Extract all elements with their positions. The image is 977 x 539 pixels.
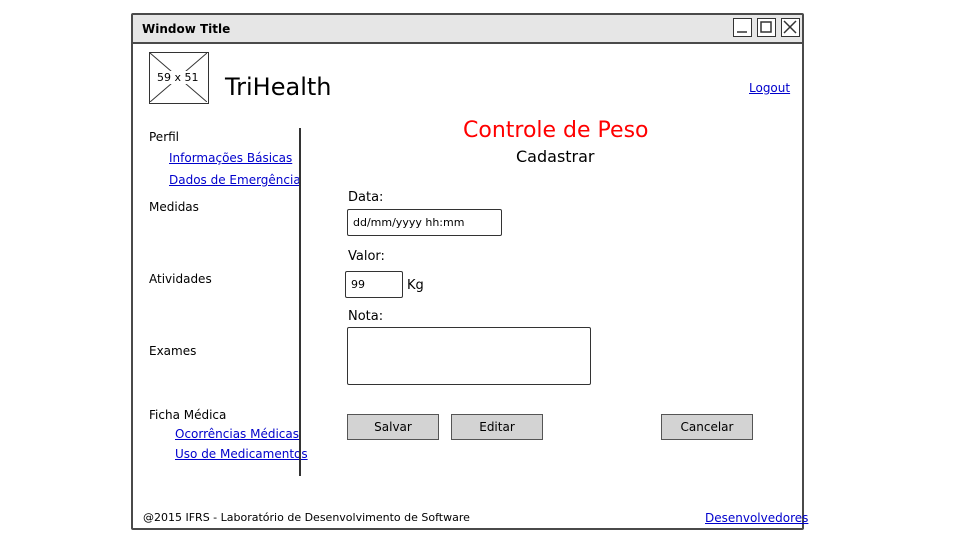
nota-label: Nota:: [348, 309, 384, 324]
close-icon: [783, 20, 797, 34]
footer-copyright: @2015 IFRS - Laboratório de Desenvolvime…: [143, 511, 470, 524]
nav-uso-medicamentos[interactable]: Uso de Medicamentos: [175, 447, 308, 461]
nota-textarea[interactable]: [347, 327, 591, 385]
cancel-button[interactable]: Cancelar: [661, 414, 753, 440]
window-titlebar[interactable]: Window Title: [133, 15, 802, 44]
logo-dimensions: 59 x 51: [156, 71, 200, 84]
minimize-icon: [737, 31, 747, 33]
nav-perfil[interactable]: Perfil: [149, 130, 179, 144]
app-window: Window Title 59 x 51 TriHealth Logout Pe…: [131, 13, 808, 530]
page-title: Controle de Peso: [463, 118, 649, 143]
close-button[interactable]: [781, 18, 800, 37]
data-input[interactable]: [347, 209, 502, 236]
valor-unit: Kg: [407, 278, 424, 293]
logo-placeholder: 59 x 51: [149, 52, 209, 104]
valor-input[interactable]: [345, 271, 403, 298]
nav-ocorrencias-medicas[interactable]: Ocorrências Médicas: [175, 427, 299, 441]
minimize-button[interactable]: [733, 18, 752, 37]
nav-informacoes-basicas[interactable]: Informações Básicas: [169, 151, 292, 165]
maximize-button[interactable]: [757, 18, 776, 37]
nav-ficha-medica[interactable]: Ficha Médica: [149, 408, 226, 422]
developers-link[interactable]: Desenvolvedores: [705, 511, 808, 525]
window-title: Window Title: [142, 22, 231, 36]
page-subtitle: Cadastrar: [516, 147, 595, 166]
sidebar-divider: [299, 128, 301, 476]
nav-dados-emergencia[interactable]: Dados de Emergência: [169, 173, 301, 187]
nav-atividades[interactable]: Atividades: [149, 272, 212, 286]
nav-exames[interactable]: Exames: [149, 344, 196, 358]
logout-link[interactable]: Logout: [749, 81, 790, 95]
data-label: Data:: [348, 190, 384, 205]
valor-label: Valor:: [348, 249, 385, 264]
app-title: TriHealth: [225, 73, 332, 101]
maximize-icon: [760, 21, 772, 33]
edit-button[interactable]: Editar: [451, 414, 543, 440]
nav-medidas[interactable]: Medidas: [149, 200, 199, 214]
save-button[interactable]: Salvar: [347, 414, 439, 440]
